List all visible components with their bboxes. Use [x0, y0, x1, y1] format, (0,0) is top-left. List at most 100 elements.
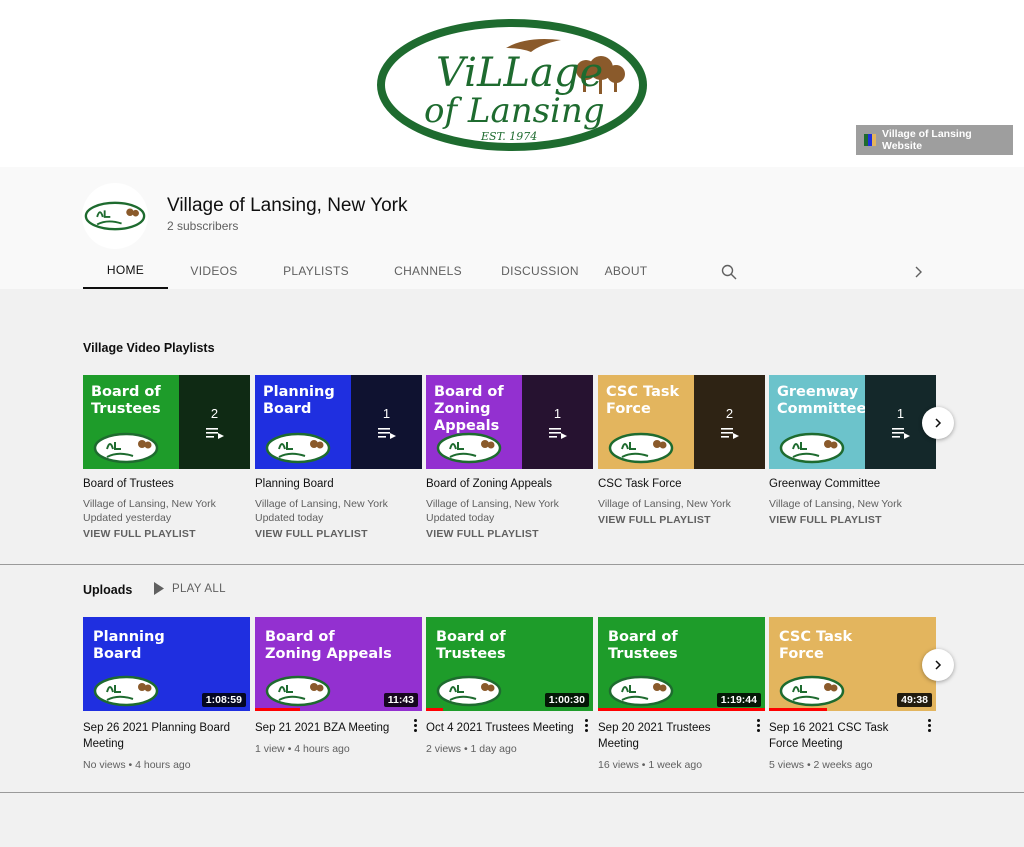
video-age: 1 week ago [648, 759, 703, 771]
thumbnail-logo [779, 675, 845, 707]
playlist-card[interactable]: Greenway Committee 1 Greenway Committee V… [769, 375, 936, 526]
video-thumbnail[interactable]: CSC Task Force 49:38 [769, 617, 936, 711]
tabs-scroll-right-icon[interactable] [912, 263, 926, 281]
tab-discussion[interactable]: DISCUSSION [484, 253, 596, 289]
playlist-count-overlay: 2 [694, 375, 765, 469]
view-full-playlist-link[interactable]: VIEW FULL PLAYLIST [769, 514, 936, 526]
video-card[interactable]: Board of Zoning Appeals 11:43 Sep 21 2021… [255, 617, 422, 755]
video-card[interactable]: Board of Trustees 1:19:44 Sep 20 2021 Tru… [598, 617, 765, 771]
playlist-thumbnail[interactable]: Board of Zoning Appeals 1 [426, 375, 593, 469]
thumbnail-logo [436, 675, 502, 707]
watch-progress-bar [769, 708, 828, 711]
thumbnail-title: Board of Zoning Appeals [434, 384, 504, 434]
website-link[interactable]: Village of Lansing Website [856, 125, 1013, 155]
playlist-icon [205, 427, 224, 439]
section-divider [0, 564, 1024, 565]
playlist-channel[interactable]: Village of Lansing, New York [255, 497, 422, 511]
playlist-title[interactable]: Planning Board [255, 478, 422, 490]
view-full-playlist-link[interactable]: VIEW FULL PLAYLIST [426, 528, 593, 540]
watch-progress-bar [598, 708, 765, 711]
video-title[interactable]: Oct 4 2021 Trustees Meeting [426, 720, 576, 736]
tab-about[interactable]: ABOUT [596, 253, 656, 289]
video-menu-icon[interactable] [581, 717, 591, 733]
playlist-card[interactable]: Board of Trustees 2 Board of Trustees Vil… [83, 375, 250, 540]
tab-playlists[interactable]: PLAYLISTS [260, 253, 372, 289]
video-title[interactable]: Sep 20 2021 Trustees Meeting [598, 720, 748, 752]
playlist-channel[interactable]: Village of Lansing, New York [598, 497, 765, 511]
tab-channels[interactable]: CHANNELS [372, 253, 484, 289]
playlist-meta: Village of Lansing, New York Updated tod… [255, 497, 422, 525]
video-title[interactable]: Sep 26 2021 Planning Board Meeting [83, 720, 233, 752]
playlist-icon [891, 427, 910, 439]
video-duration: 1:08:59 [201, 693, 246, 707]
uploads-next-button[interactable] [922, 649, 954, 681]
tab-home[interactable]: HOME [83, 253, 168, 289]
video-age: 1 day ago [470, 743, 517, 755]
playlist-title[interactable]: Board of Zoning Appeals [426, 478, 593, 490]
search-icon[interactable] [720, 263, 738, 281]
video-views: 16 views [598, 759, 639, 771]
playlist-card[interactable]: Planning Board 1 Planning Board Village o… [255, 375, 422, 540]
thumbnail-title: Greenway Committee [777, 384, 867, 417]
meta-separator: • [806, 759, 814, 771]
thumbnail-logo [265, 432, 331, 464]
playlist-thumbnail[interactable]: CSC Task Force 2 [598, 375, 765, 469]
thumbnail-image: Greenway Committee [769, 375, 867, 469]
chevron-right-icon [935, 660, 942, 670]
video-meta: 16 views • 1 week ago [598, 759, 765, 771]
video-card[interactable]: Board of Trustees 1:00:30 Oct 4 2021 Trus… [426, 617, 593, 755]
video-age: 2 weeks ago [813, 759, 873, 771]
view-full-playlist-link[interactable]: VIEW FULL PLAYLIST [255, 528, 422, 540]
playlist-video-count: 1 [382, 405, 391, 421]
video-menu-icon[interactable] [924, 717, 934, 733]
thumbnail-logo [608, 432, 674, 464]
video-title[interactable]: Sep 16 2021 CSC Task Force Meeting [769, 720, 919, 752]
playlist-thumbnail[interactable]: Greenway Committee 1 [769, 375, 936, 469]
playlist-updated: Updated yesterday [83, 512, 172, 524]
playlist-title[interactable]: CSC Task Force [598, 478, 765, 490]
playlists-section-title: Village Video Playlists [83, 341, 215, 355]
playlist-title[interactable]: Greenway Committee [769, 478, 936, 490]
playlist-title[interactable]: Board of Trustees [83, 478, 250, 490]
playlist-video-count: 2 [210, 405, 219, 421]
thumbnail-title: Board of Trustees [91, 384, 161, 417]
video-thumbnail[interactable]: Board of Trustees 1:00:30 [426, 617, 593, 711]
play-all-button[interactable]: PLAY ALL [153, 582, 226, 595]
playlist-count-overlay: 2 [179, 375, 250, 469]
thumbnail-logo [779, 432, 845, 464]
video-title[interactable]: Sep 21 2021 BZA Meeting [255, 720, 405, 736]
video-views: No views [83, 759, 126, 771]
playlists-next-button[interactable] [922, 407, 954, 439]
video-menu-icon[interactable] [410, 717, 420, 733]
playlist-updated: Updated today [426, 512, 495, 524]
view-full-playlist-link[interactable]: VIEW FULL PLAYLIST [83, 528, 250, 540]
playlist-card[interactable]: CSC Task Force 2 CSC Task Force Village o… [598, 375, 765, 526]
avatar-logo [84, 201, 146, 231]
video-age: 4 hours ago [135, 759, 191, 771]
playlist-card[interactable]: Board of Zoning Appeals 1 Board of Zoning… [426, 375, 593, 540]
playlist-icon [720, 427, 739, 439]
tab-videos[interactable]: VIDEOS [168, 253, 260, 289]
thumbnail-title: CSC Task Force [779, 629, 853, 662]
channel-avatar[interactable] [82, 183, 148, 249]
playlist-thumbnail[interactable]: Board of Trustees 2 [83, 375, 250, 469]
playlist-channel[interactable]: Village of Lansing, New York [426, 497, 593, 511]
playlist-thumbnail[interactable]: Planning Board 1 [255, 375, 422, 469]
thumbnail-title: Board of Trustees [436, 629, 506, 662]
video-card[interactable]: Planning Board 1:08:59 Sep 26 2021 Planni… [83, 617, 250, 771]
logo-est: EST. 1974 [480, 130, 537, 143]
playlist-channel[interactable]: Village of Lansing, New York [83, 497, 250, 511]
video-thumbnail[interactable]: Planning Board 1:08:59 [83, 617, 250, 711]
view-full-playlist-link[interactable]: VIEW FULL PLAYLIST [598, 514, 765, 526]
video-thumbnail[interactable]: Board of Zoning Appeals 11:43 [255, 617, 422, 711]
video-card[interactable]: CSC Task Force 49:38 Sep 16 2021 CSC Task… [769, 617, 936, 771]
video-menu-icon[interactable] [753, 717, 763, 733]
thumbnail-image: Board of Zoning Appeals [426, 375, 522, 469]
thumbnail-image: Planning Board [255, 375, 351, 469]
thumbnail-logo [265, 675, 331, 707]
video-thumbnail[interactable]: Board of Trustees 1:19:44 [598, 617, 765, 711]
playlist-channel[interactable]: Village of Lansing, New York [769, 497, 936, 511]
chevron-right-icon [935, 418, 942, 428]
thumbnail-title: Planning Board [93, 629, 165, 662]
video-views: 5 views [769, 759, 805, 771]
